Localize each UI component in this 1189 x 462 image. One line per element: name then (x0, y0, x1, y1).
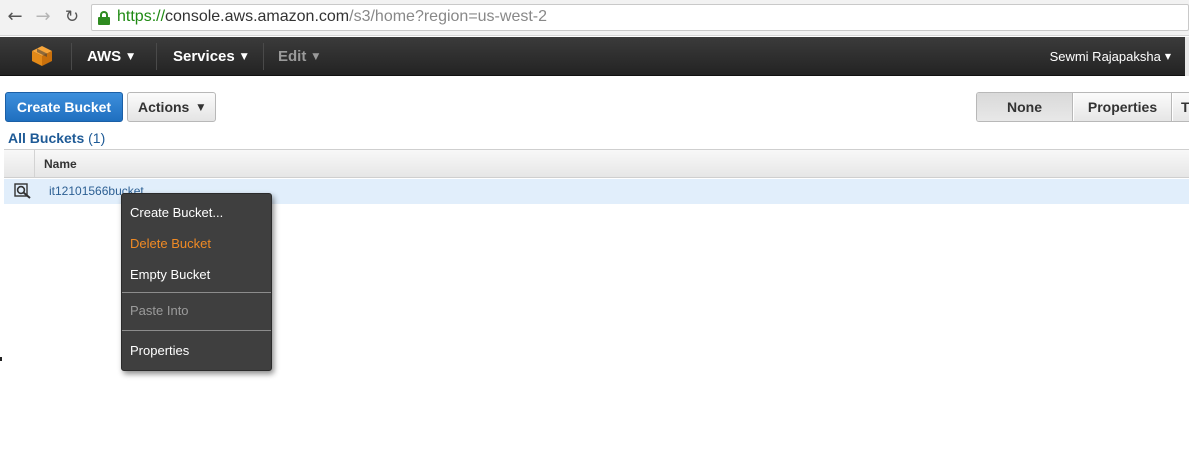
services-menu-label: Services (173, 48, 235, 65)
aws-menu-label: AWS (87, 48, 122, 65)
context-menu: Create Bucket... Delete Bucket Empty Buc… (121, 193, 272, 371)
url-scheme: https:// (117, 8, 166, 25)
actions-label: Actions (138, 99, 190, 115)
edge-marker (0, 357, 2, 361)
aws-top-nav: AWS ▼ Services ▼ Edit ▼ Sewmi Rajapaksha ▼ (0, 37, 1189, 76)
reload-icon[interactable]: ↻ (62, 7, 82, 27)
icon-column-header (4, 150, 35, 177)
nav-divider (263, 43, 264, 70)
menu-item-delete-bucket[interactable]: Delete Bucket (130, 236, 211, 251)
nav-divider (156, 43, 157, 70)
menu-item-properties[interactable]: Properties (130, 343, 189, 358)
aws-cube-icon[interactable] (31, 45, 53, 67)
services-menu[interactable]: Services ▼ (173, 48, 248, 65)
forward-arrow-icon[interactable]: → (33, 7, 53, 27)
view-properties-button[interactable]: Properties (1074, 93, 1172, 121)
chevron-down-icon: ▼ (127, 52, 135, 62)
view-none-button[interactable]: None (977, 93, 1073, 121)
actions-button[interactable]: Actions ▼ (127, 92, 216, 122)
aws-menu[interactable]: AWS ▼ (87, 48, 134, 65)
name-column-header[interactable]: Name (44, 157, 77, 171)
create-bucket-button[interactable]: Create Bucket (5, 92, 123, 122)
chevron-down-icon: ▼ (1164, 52, 1171, 61)
url-path: /s3/home?region=us-west-2 (349, 8, 548, 25)
edit-menu-label: Edit (278, 48, 307, 65)
back-arrow-icon[interactable]: ← (5, 7, 25, 27)
chevron-down-icon: ▼ (240, 52, 248, 62)
magnifier-icon[interactable] (14, 183, 32, 199)
user-menu[interactable]: Sewmi Rajapaksha ▼ (1050, 49, 1171, 64)
menu-item-create-bucket[interactable]: Create Bucket... (130, 205, 223, 220)
table-header: Name (4, 149, 1189, 178)
scrollbar[interactable] (1185, 37, 1189, 76)
url-host: console.aws.amazon.com (165, 8, 350, 25)
bucket-count: (1) (88, 130, 106, 146)
chevron-down-icon: ▼ (197, 103, 205, 113)
lock-icon (98, 11, 110, 25)
view-toggle: None Properties T (976, 92, 1189, 122)
menu-divider (122, 292, 271, 293)
view-transfers-button[interactable]: T (1173, 93, 1189, 121)
menu-divider (122, 330, 271, 331)
address-bar[interactable]: https://console.aws.amazon.com/s3/home?r… (91, 4, 1189, 31)
chevron-down-icon: ▼ (312, 52, 320, 62)
breadcrumb: All Buckets (1) (8, 130, 105, 146)
edit-menu[interactable]: Edit ▼ (278, 48, 319, 65)
nav-divider (71, 43, 72, 70)
menu-item-paste-into: Paste Into (130, 303, 189, 318)
menu-item-empty-bucket[interactable]: Empty Bucket (130, 267, 210, 282)
all-buckets-link[interactable]: All Buckets (8, 130, 84, 146)
user-name: Sewmi Rajapaksha (1049, 49, 1161, 64)
url-text: https://console.aws.amazon.com/s3/home?r… (117, 8, 547, 26)
browser-toolbar: ← → ↻ https://console.aws.amazon.com/s3/… (0, 0, 1189, 36)
